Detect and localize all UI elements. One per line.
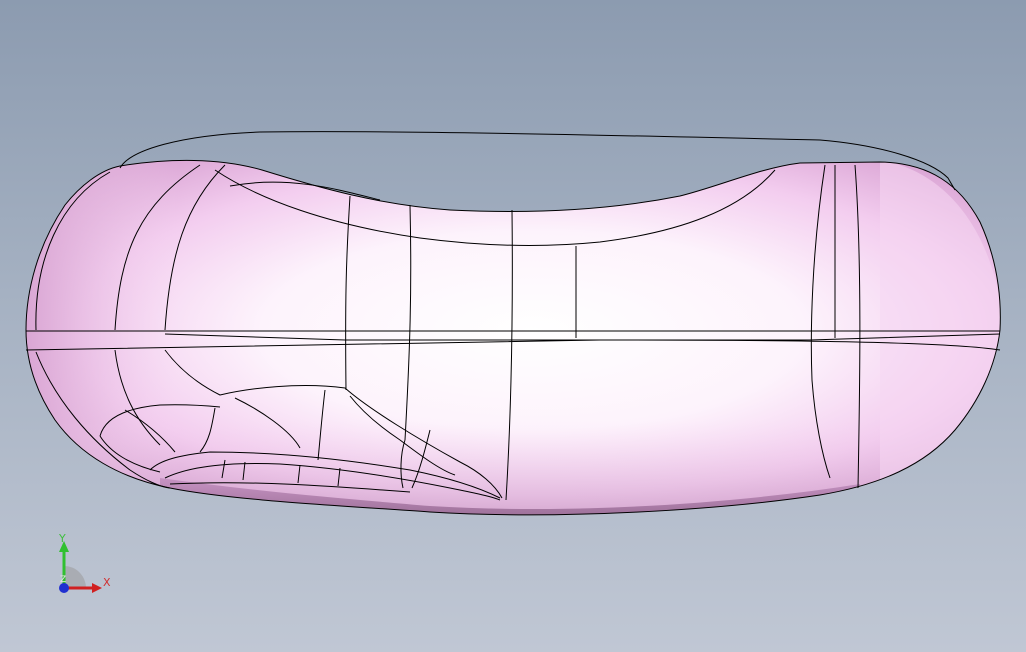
3d-model[interactable]	[0, 0, 1026, 652]
x-axis-label: X	[103, 576, 111, 589]
graphics-viewport[interactable]: Y X Z	[0, 0, 1026, 652]
y-axis-label: Y	[59, 532, 66, 545]
coordinate-triad: Y X Z	[50, 530, 120, 600]
z-axis-label: Z	[60, 575, 67, 585]
